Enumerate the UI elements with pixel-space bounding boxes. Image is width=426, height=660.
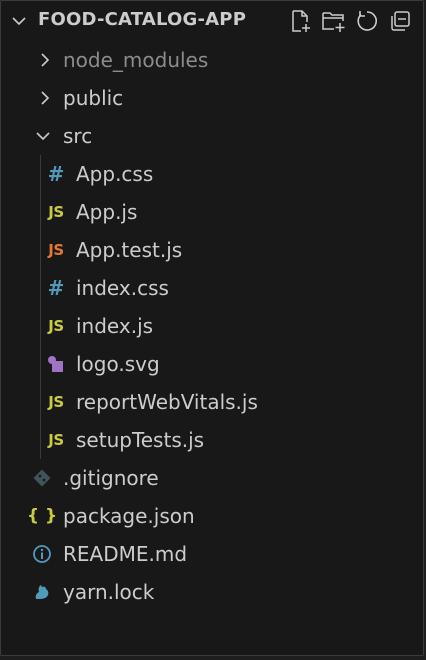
tree-label: README.md bbox=[63, 542, 188, 566]
git-file-icon bbox=[31, 468, 53, 488]
tree-file[interactable]: JS index.js bbox=[1, 307, 423, 345]
explorer-header[interactable]: FOOD-CATALOG-APP bbox=[1, 1, 423, 41]
js-file-icon: JS bbox=[48, 393, 64, 411]
tree-label: index.css bbox=[76, 276, 169, 300]
yarn-file-icon bbox=[31, 582, 53, 602]
tree-label: App.js bbox=[76, 200, 138, 224]
test-js-file-icon: JS bbox=[48, 241, 64, 259]
js-file-icon: JS bbox=[48, 203, 64, 221]
tree-label: App.css bbox=[76, 162, 154, 186]
tree-file[interactable]: JS reportWebVitals.js bbox=[1, 383, 423, 421]
new-file-icon bbox=[292, 10, 310, 32]
svg-file-icon bbox=[45, 354, 67, 374]
tree-label: package.json bbox=[63, 504, 195, 528]
tree-file[interactable]: # index.css bbox=[1, 269, 423, 307]
tree-file[interactable]: JS setupTests.js bbox=[1, 421, 423, 459]
chevron-down-icon bbox=[36, 132, 50, 141]
css-file-icon: # bbox=[47, 276, 65, 300]
tree-file[interactable]: # App.css bbox=[1, 155, 423, 193]
tree-file[interactable]: JS App.js bbox=[1, 193, 423, 231]
tree-label: index.js bbox=[76, 314, 154, 338]
tree-file[interactable]: JS App.test.js bbox=[1, 231, 423, 269]
tree-folder-public[interactable]: public bbox=[1, 79, 423, 117]
chevron-down-icon[interactable] bbox=[11, 13, 27, 29]
tree-file[interactable]: README.md bbox=[1, 535, 423, 573]
refresh-button[interactable] bbox=[352, 8, 382, 34]
json-file-icon: { } bbox=[26, 506, 58, 526]
css-file-icon: # bbox=[47, 162, 65, 186]
tree-file[interactable]: yarn.lock bbox=[1, 573, 423, 611]
tree-label: reportWebVitals.js bbox=[76, 390, 258, 414]
tree-label: .gitignore bbox=[63, 466, 159, 490]
explorer-panel: FOOD-CATALOG-APP node_modules public src… bbox=[0, 0, 424, 656]
explorer-title: FOOD-CATALOG-APP bbox=[38, 9, 247, 30]
chevron-right-icon bbox=[41, 53, 50, 67]
collapse-all-icon bbox=[391, 11, 410, 31]
indent-guide bbox=[40, 155, 41, 459]
tree-file[interactable]: logo.svg bbox=[1, 345, 423, 383]
tree-label: logo.svg bbox=[76, 352, 160, 376]
explorer-actions bbox=[283, 8, 415, 34]
tree-folder-src[interactable]: src bbox=[1, 117, 423, 155]
tree-label: src bbox=[63, 124, 93, 148]
js-file-icon: JS bbox=[48, 317, 64, 335]
tree-folder-node-modules[interactable]: node_modules bbox=[1, 41, 423, 79]
info-file-icon bbox=[31, 544, 53, 564]
tree-label: public bbox=[63, 86, 124, 110]
tree-label: node_modules bbox=[63, 48, 209, 72]
chevron-right-icon bbox=[41, 91, 50, 105]
js-file-icon: JS bbox=[48, 431, 64, 449]
new-file-button[interactable] bbox=[286, 8, 316, 34]
tree-label: setupTests.js bbox=[76, 428, 205, 452]
tree-label: App.test.js bbox=[76, 238, 183, 262]
tree-file[interactable]: { } package.json bbox=[1, 497, 423, 535]
new-folder-button[interactable] bbox=[319, 8, 349, 34]
file-tree: node_modules public src # App.css JS App… bbox=[1, 41, 423, 611]
refresh-icon bbox=[357, 11, 378, 31]
tree-file[interactable]: .gitignore bbox=[1, 459, 423, 497]
tree-label: yarn.lock bbox=[63, 580, 155, 604]
collapse-all-button[interactable] bbox=[385, 8, 415, 34]
new-folder-icon bbox=[322, 12, 345, 32]
